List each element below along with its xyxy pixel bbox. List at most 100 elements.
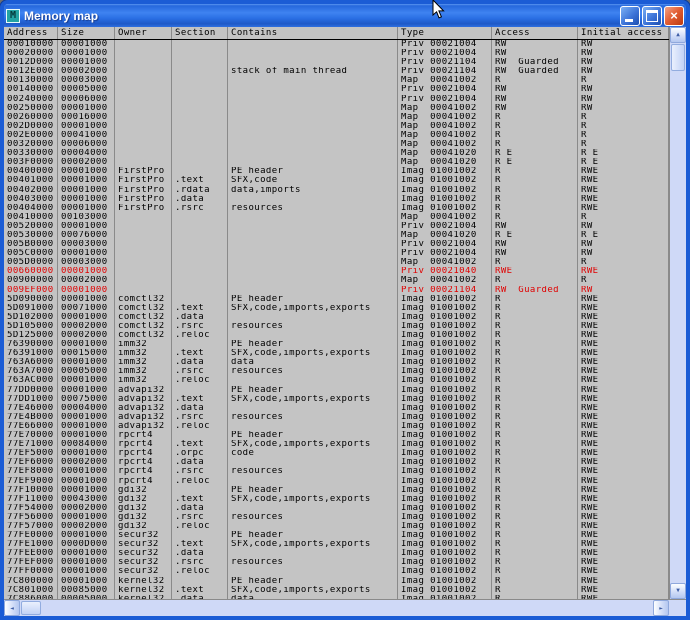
cell-initial-access: RWE <box>578 176 669 185</box>
column-header-address[interactable]: Address <box>4 27 58 39</box>
table-row[interactable]: 77F5400000002000gdi32.dataImag 01001002R… <box>4 504 669 513</box>
table-row[interactable]: 5D10200000001000comctl32.dataImag 010010… <box>4 313 669 322</box>
table-row[interactable]: 5D09000000001000comctl32PE headerImag 01… <box>4 295 669 304</box>
scroll-up-button[interactable]: ▲ <box>670 27 686 43</box>
table-row[interactable]: 0066000000001000Priv 00021040RWERWE <box>4 267 669 276</box>
table-row[interactable]: 002E000000041000Map 00041002RR <box>4 131 669 140</box>
table-row[interactable]: 0012E00000002000stack of main threadPriv… <box>4 67 669 76</box>
column-header-initial-access[interactable]: Initial access <box>578 27 669 39</box>
table-row[interactable]: 7C80100000085000kernel32.textSFX,code,im… <box>4 586 669 595</box>
scroll-right-button[interactable]: ► <box>653 600 669 616</box>
table-row[interactable]: 005B000000003000Priv 00021004RWRW <box>4 240 669 249</box>
table-row[interactable]: 77EF500000001000rpcrt4.orpccodeImag 0100… <box>4 449 669 458</box>
table-row[interactable]: 77DD100000075000advapi32.textSFX,code,im… <box>4 395 669 404</box>
table-row[interactable]: 77FEE00000001000secur32.dataImag 0100100… <box>4 549 669 558</box>
cell-initial-access: RW <box>578 249 669 258</box>
cell-address: 00900000 <box>4 276 58 285</box>
table-row[interactable]: 77E7000000001000rpcrt4PE headerImag 0100… <box>4 431 669 440</box>
table-row[interactable]: 77DD000000001000advapi32PE headerImag 01… <box>4 386 669 395</box>
table-row[interactable]: 005C000000001000Priv 00021004RWRW <box>4 249 669 258</box>
title-bar[interactable]: M Memory map × <box>4 4 686 27</box>
table-row[interactable]: 0033000000004000Map 00041020R ER E <box>4 149 669 158</box>
scroll-left-button[interactable]: ◄ <box>4 600 20 616</box>
vertical-scrollbar-thumb[interactable] <box>671 44 685 71</box>
table-row[interactable]: 002D000000001000Map 00041002RR <box>4 122 669 131</box>
table-row[interactable]: 77F5700000002000gdi32.relocImag 01001002… <box>4 522 669 531</box>
horizontal-scrollbar-track[interactable] <box>41 600 653 616</box>
table-row[interactable]: 5D10500000002000comctl32.rsrcresourcesIm… <box>4 322 669 331</box>
column-header-contains[interactable]: Contains <box>228 27 398 39</box>
table-row[interactable]: 0002000000001000Priv 00021004RWRW <box>4 49 669 58</box>
table-row[interactable]: 0013000000003000Map 00041002RR <box>4 76 669 85</box>
table-row[interactable]: 0026000000016000Map 00041002RR <box>4 113 669 122</box>
table-row[interactable]: 0032000000006000Map 00041002RR <box>4 140 669 149</box>
table-row[interactable]: 0041000000103000Map 00041002RR <box>4 213 669 222</box>
cell-contains: data,imports <box>228 186 398 195</box>
cell-contains <box>228 522 398 531</box>
table-row[interactable]: 77F1100000043000gdi32.textSFX,code,impor… <box>4 495 669 504</box>
close-button[interactable]: × <box>664 6 684 26</box>
horizontal-scrollbar-thumb[interactable] <box>21 601 41 615</box>
table-row[interactable]: 77E4600000004000advapi32.dataImag 010010… <box>4 404 669 413</box>
cell-type: Imag 01001002 <box>398 404 492 413</box>
table-row[interactable]: 77F5600000001000gdi32.rsrcresourcesImag … <box>4 513 669 522</box>
table-row[interactable]: 0040200000001000FirstPro.rdatadata,impor… <box>4 186 669 195</box>
table-row[interactable]: 77FEF00000001000secur32.rsrcresourcesIma… <box>4 558 669 567</box>
table-row[interactable]: 0040300000001000FirstPro.dataImag 010010… <box>4 195 669 204</box>
vertical-scrollbar[interactable]: ▲ ▼ <box>669 27 686 599</box>
scroll-down-button[interactable]: ▼ <box>670 583 686 599</box>
table-row[interactable]: 005D000000003000Map 00041002RR <box>4 258 669 267</box>
column-header-section[interactable]: Section <box>172 27 228 39</box>
table-row[interactable]: 0052000000001000Priv 00021004RWRW <box>4 222 669 231</box>
table-row[interactable]: 003F000000002000Map 00041020R ER E <box>4 158 669 167</box>
column-header-access[interactable]: Access <box>492 27 578 39</box>
table-row[interactable]: 009EF00000001000Priv 00021104RW GuardedR… <box>4 286 669 295</box>
table-row[interactable]: 0014000000005000Priv 00021004RWRW <box>4 85 669 94</box>
minimize-button[interactable] <box>620 6 640 26</box>
table-row[interactable]: 7C80000000001000kernel32PE headerImag 01… <box>4 577 669 586</box>
table-row[interactable]: 0053000000076000Map 00041020R ER E <box>4 231 669 240</box>
cell-section <box>172 249 228 258</box>
cell-initial-access: RWE <box>578 304 669 313</box>
table-row[interactable]: 7639000000001000imm32PE headerImag 01001… <box>4 340 669 349</box>
cell-contains: PE header <box>228 340 398 349</box>
table-row[interactable]: 77FE000000001000secur32PE headerImag 010… <box>4 531 669 540</box>
table-row[interactable]: 763AC00000001000imm32.relocImag 01001002… <box>4 376 669 385</box>
table-row[interactable]: 0001000000001000Priv 00021004RWRW <box>4 40 669 49</box>
table-row[interactable]: 5D12500000002000comctl32.relocImag 01001… <box>4 331 669 340</box>
column-header-size[interactable]: Size <box>58 27 115 39</box>
horizontal-scrollbar[interactable]: ◄ ► <box>4 599 669 616</box>
table-row[interactable]: 7639100000015000imm32.textSFX,code,impor… <box>4 349 669 358</box>
table-row[interactable]: 77E6600000001000advapi32.relocImag 01001… <box>4 422 669 431</box>
table-row[interactable]: 0090000000002000Map 00041002RR <box>4 276 669 285</box>
column-header-owner[interactable]: Owner <box>115 27 172 39</box>
table-row[interactable]: 77EF600000002000rpcrt4.dataImag 01001002… <box>4 458 669 467</box>
table-row[interactable]: 0012D00000001000Priv 00021104RW GuardedR… <box>4 58 669 67</box>
table-row[interactable]: 0024000000006000Priv 00021004RWRW <box>4 95 669 104</box>
cell-section: .rsrc <box>172 467 228 476</box>
table-row[interactable]: 77F1000000001000gdi32PE headerImag 01001… <box>4 486 669 495</box>
maximize-button[interactable] <box>642 6 662 26</box>
table-row[interactable]: 77EF800000001000rpcrt4.rsrcresourcesImag… <box>4 467 669 476</box>
table-row[interactable]: 5D09100000071000comctl32.textSFX,code,im… <box>4 304 669 313</box>
cell-owner: secur32 <box>115 549 172 558</box>
cell-section: .text <box>172 304 228 313</box>
table-row[interactable]: 763A600000001000imm32.datadataImag 01001… <box>4 358 669 367</box>
column-header-type[interactable]: Type <box>398 27 492 39</box>
table-row[interactable]: 77EF900000001000rpcrt4.relocImag 0100100… <box>4 477 669 486</box>
cell-type: Map 00041002 <box>398 113 492 122</box>
table-row[interactable]: 0040100000001000FirstPro.textSFX,codeIma… <box>4 176 669 185</box>
window-icon[interactable]: M <box>6 9 20 23</box>
vertical-scrollbar-track[interactable] <box>670 71 686 583</box>
cell-access: R <box>492 422 578 431</box>
table-row[interactable]: 763A700000005000imm32.rsrcresourcesImag … <box>4 367 669 376</box>
table-row[interactable]: 77E4B00000001000advapi32.rsrcresourcesIm… <box>4 413 669 422</box>
table-row[interactable]: 0040000000001000FirstProPE headerImag 01… <box>4 167 669 176</box>
table-row[interactable]: 77FE10000000D000secur32.textSFX,code,imp… <box>4 540 669 549</box>
table-row[interactable]: 0040400000001000FirstPro.rsrcresourcesIm… <box>4 204 669 213</box>
table-row[interactable]: 77E7100000084000rpcrt4.textSFX,code,impo… <box>4 440 669 449</box>
cell-section: .text <box>172 395 228 404</box>
table-row[interactable]: 0025000000001000Map 00041002RWRW <box>4 104 669 113</box>
cell-section <box>172 85 228 94</box>
table-row[interactable]: 77FF000000001000secur32.relocImag 010010… <box>4 567 669 576</box>
